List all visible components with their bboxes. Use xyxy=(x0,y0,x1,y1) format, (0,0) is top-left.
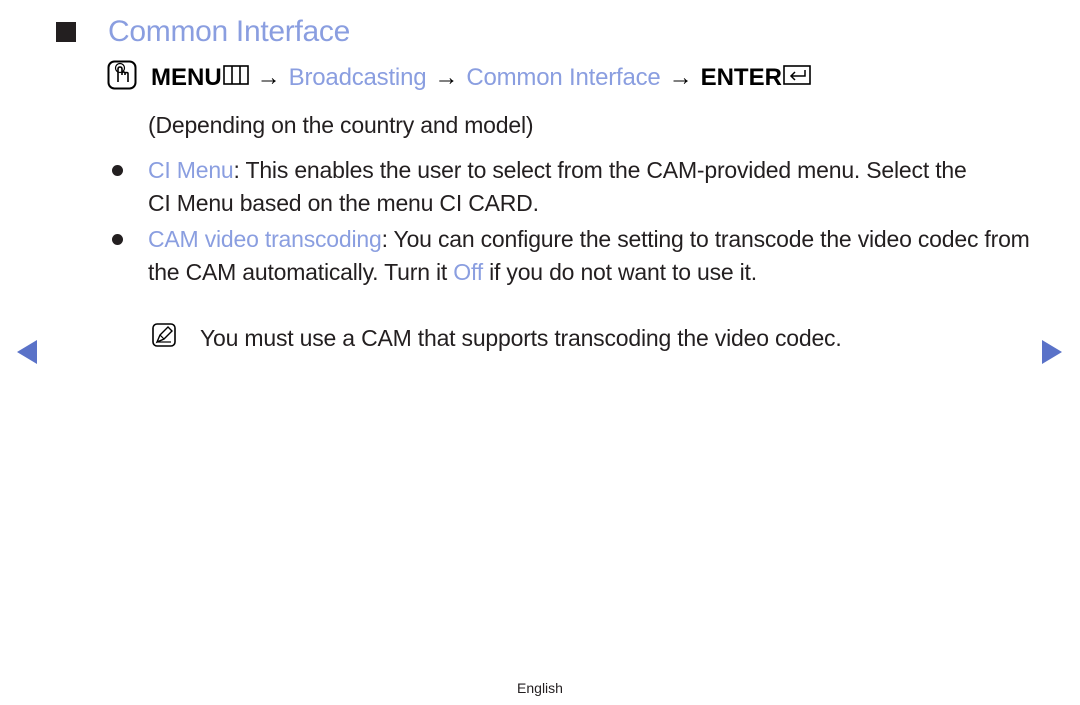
hand-pointer-icon xyxy=(107,60,137,97)
page-title: Common Interface xyxy=(108,15,350,48)
enter-return-icon xyxy=(783,64,811,92)
bullet-ci-menu: CI Menu: This enables the user to select… xyxy=(112,154,982,220)
path-arrow: → xyxy=(668,64,693,91)
next-page-arrow-icon[interactable] xyxy=(1042,340,1062,364)
path-arrow: → xyxy=(434,64,459,91)
path-arrow: → xyxy=(256,64,281,91)
availability-note: (Depending on the country and model) xyxy=(148,112,534,138)
bullet-dot-icon xyxy=(112,234,123,245)
note-text: You must use a CAM that supports transco… xyxy=(200,324,842,351)
path-item-common-interface[interactable]: Common Interface xyxy=(466,64,660,92)
menu-grid-icon xyxy=(222,64,249,92)
ci-menu-description: : This enables the user to select from t… xyxy=(148,157,967,216)
enter-label: ENTER xyxy=(700,64,782,91)
footer-language: English xyxy=(517,680,563,696)
path-item-broadcasting[interactable]: Broadcasting xyxy=(289,64,427,92)
bullet-cam-video-transcoding: CAM video transcoding: You can configure… xyxy=(112,223,1032,289)
menu-label: MENU xyxy=(151,64,222,91)
note-pencil-icon xyxy=(152,323,176,353)
previous-page-arrow-icon[interactable] xyxy=(17,340,37,364)
page-title-row: Common Interface xyxy=(56,12,350,52)
ci-menu-term[interactable]: CI Menu xyxy=(148,157,234,183)
off-option[interactable]: Off xyxy=(453,259,483,285)
bullet-dot-icon xyxy=(112,165,123,176)
menu-path: MENU → Broadcasting → Common Interface →… xyxy=(107,60,811,96)
note: You must use a CAM that supports transco… xyxy=(152,323,842,353)
cam-transcoding-description-end: if you do not want to use it. xyxy=(482,259,757,285)
cam-video-transcoding-term[interactable]: CAM video transcoding xyxy=(148,226,382,252)
black-square-icon xyxy=(56,22,76,42)
